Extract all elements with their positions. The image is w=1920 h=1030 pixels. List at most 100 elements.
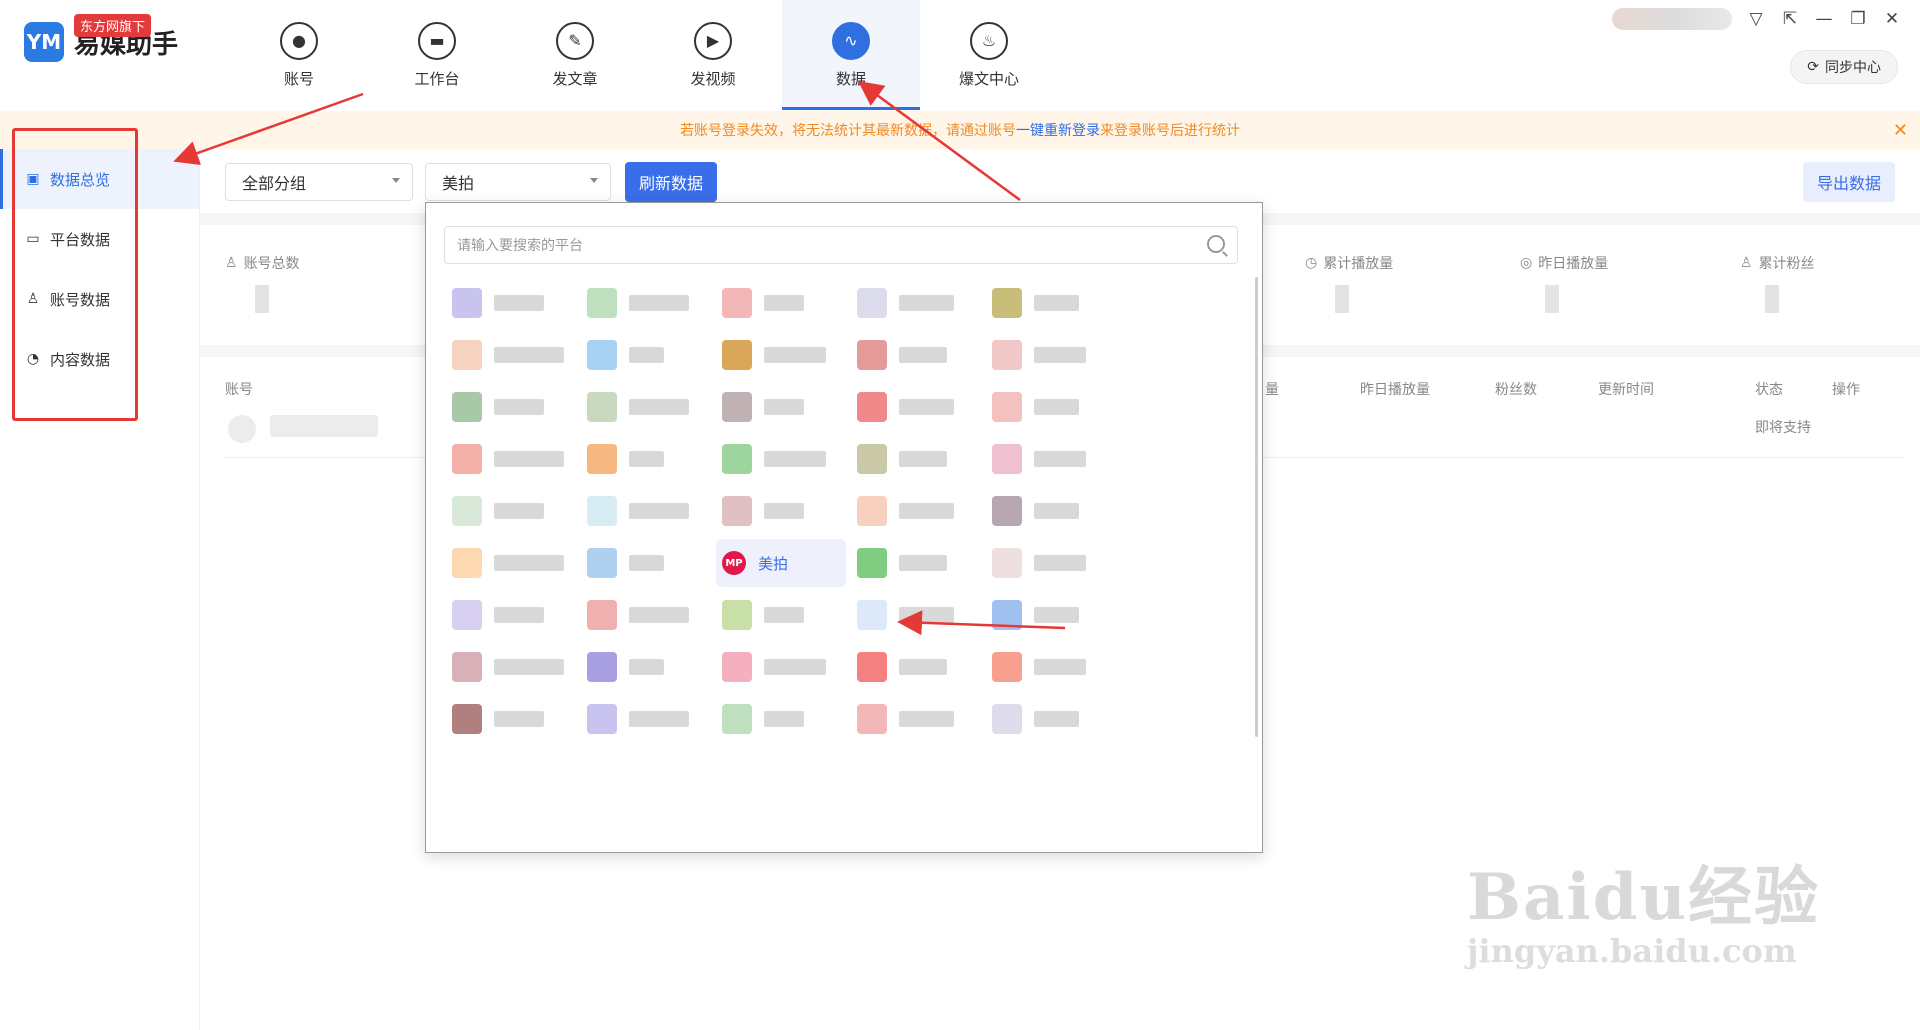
platform-option-blurred[interactable]: [986, 279, 1116, 327]
close-icon[interactable]: ✕: [1893, 120, 1908, 141]
platform-option-blurred[interactable]: [446, 539, 576, 587]
minimize-icon[interactable]: —: [1814, 9, 1834, 29]
watermark-url: jingyan.baidu.com: [1466, 932, 1797, 970]
platform-option-blurred[interactable]: [581, 279, 711, 327]
platform-option-blurred[interactable]: [446, 695, 576, 743]
platform-option-blurred[interactable]: [446, 487, 576, 535]
scrollbar[interactable]: [1255, 277, 1258, 737]
platform-option-blurred[interactable]: [581, 591, 711, 639]
platform-option-blurred[interactable]: [851, 331, 981, 379]
nav-label: 爆文中心: [958, 69, 1019, 88]
platform-logo-icon: [452, 288, 482, 318]
platform-option-blurred[interactable]: [716, 487, 846, 535]
nav-item-workbench[interactable]: ▬ 工作台: [368, 0, 506, 110]
watermark: Baidu经验 jingyan.baidu.com: [1467, 846, 1820, 970]
platform-option-blurred[interactable]: [851, 383, 981, 431]
stat-value-blurred: [1545, 285, 1559, 313]
platform-option-blurred[interactable]: [851, 279, 981, 327]
platform-option-blurred[interactable]: [446, 279, 576, 327]
user-profile[interactable]: [1612, 8, 1732, 30]
platform-option-blurred[interactable]: [986, 591, 1116, 639]
search-icon: [1207, 235, 1225, 253]
platform-option-blurred[interactable]: [581, 643, 711, 691]
platform-option-blurred[interactable]: [851, 591, 981, 639]
platform-option-blurred[interactable]: [581, 539, 711, 587]
platform-option-meipai[interactable]: MP 美拍: [716, 539, 846, 587]
platform-option-blurred[interactable]: [446, 591, 576, 639]
platform-option-blurred[interactable]: [716, 695, 846, 743]
nav-item-article[interactable]: ✎ 发文章: [506, 0, 644, 110]
relogin-link[interactable]: 一键重新登录: [1016, 120, 1100, 140]
platform-logo-icon: [722, 340, 752, 370]
platform-option-blurred[interactable]: [446, 435, 576, 483]
platform-logo-icon: [857, 652, 887, 682]
platform-option-blurred[interactable]: [716, 643, 846, 691]
platform-search-input[interactable]: 请输入要搜索的平台: [444, 226, 1238, 264]
group-select[interactable]: 全部分组: [225, 163, 413, 201]
platform-name-blurred: [764, 295, 804, 311]
nav-item-account[interactable]: ● 账号: [230, 0, 368, 110]
sidebar-item-label: 账号数据: [50, 290, 111, 309]
platform-option-blurred[interactable]: [581, 487, 711, 535]
nav-label: 发文章: [552, 69, 598, 88]
platform-option-blurred[interactable]: [581, 331, 711, 379]
platform-option-blurred[interactable]: [851, 487, 981, 535]
sync-center-button[interactable]: ⟳ 同步中心: [1790, 50, 1898, 84]
platform-option-blurred[interactable]: [986, 643, 1116, 691]
window-controls: ▽ ⇱ — ❐ ✕: [1612, 8, 1902, 30]
platform-option-blurred[interactable]: [986, 331, 1116, 379]
platform-option-blurred[interactable]: [851, 435, 981, 483]
column-header: 操作: [1832, 382, 1860, 398]
platform-option-blurred[interactable]: [851, 539, 981, 587]
nav-item-video[interactable]: ▶ 发视频: [644, 0, 782, 110]
platform-option-blurred[interactable]: [986, 487, 1116, 535]
platform-option-blurred[interactable]: [986, 695, 1116, 743]
platform-option-blurred[interactable]: [716, 383, 846, 431]
search-placeholder: 请输入要搜索的平台: [457, 238, 583, 254]
platform-option-blurred[interactable]: [446, 643, 576, 691]
monitor-icon: ▬: [418, 21, 456, 60]
platform-name-blurred: [1034, 503, 1079, 519]
play-count-icon: ◷: [1305, 255, 1318, 271]
platform-option-blurred[interactable]: [716, 331, 846, 379]
nav-item-data[interactable]: ∿ 数据: [782, 0, 920, 110]
platform-option-blurred[interactable]: [581, 435, 711, 483]
platform-option-blurred[interactable]: [581, 383, 711, 431]
platform-option-blurred[interactable]: [986, 539, 1116, 587]
platform-logo-icon: [722, 288, 752, 318]
platform-option-blurred[interactable]: [986, 383, 1116, 431]
sidebar-item-overview[interactable]: ▣ 数据总览: [0, 149, 199, 209]
close-icon[interactable]: ✕: [1882, 9, 1902, 29]
group-select-value: 全部分组: [242, 174, 307, 193]
platform-option-blurred[interactable]: [716, 435, 846, 483]
sidebar-item-platform[interactable]: ▭ 平台数据: [0, 209, 199, 269]
external-link-icon[interactable]: ⇱: [1780, 9, 1800, 29]
platform-option-blurred[interactable]: [851, 695, 981, 743]
platform-logo-icon: [587, 704, 617, 734]
platform-option-label: 美拍: [758, 554, 789, 573]
restore-icon[interactable]: ❐: [1848, 9, 1868, 29]
platform-option-blurred[interactable]: [716, 591, 846, 639]
platform-select[interactable]: 美拍: [425, 163, 611, 201]
refresh-data-button[interactable]: 刷新数据: [625, 162, 718, 202]
export-data-button[interactable]: 导出数据: [1802, 162, 1895, 202]
nav-label: 工作台: [414, 69, 460, 88]
sidebar-item-account[interactable]: ♙ 账号数据: [0, 269, 199, 329]
platform-name-blurred: [899, 711, 954, 727]
platform-name-blurred: [494, 607, 544, 623]
platform-option-blurred[interactable]: [581, 695, 711, 743]
platform-option-blurred[interactable]: [851, 643, 981, 691]
platform-logo-icon: [587, 600, 617, 630]
sidebar: ▣ 数据总览 ▭ 平台数据 ♙ 账号数据 ◔ 内容数据: [0, 149, 200, 1030]
chevron-down-icon: [590, 178, 598, 183]
platform-option-blurred[interactable]: [716, 279, 846, 327]
sidebar-item-content[interactable]: ◔ 内容数据: [0, 329, 199, 389]
platform-option-blurred[interactable]: [986, 435, 1116, 483]
filter-icon[interactable]: ▽: [1746, 9, 1766, 29]
platform-option-blurred[interactable]: [446, 383, 576, 431]
nav-item-hot[interactable]: ♨ 爆文中心: [920, 0, 1058, 110]
platform-logo-icon: [857, 444, 887, 474]
nav-label: 数据: [835, 69, 866, 88]
platform-option-blurred[interactable]: [446, 331, 576, 379]
platform-logo-icon: [992, 652, 1022, 682]
